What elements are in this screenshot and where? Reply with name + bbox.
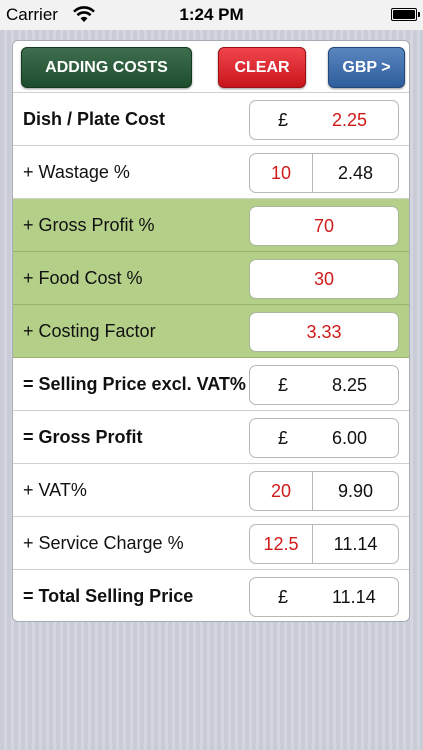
service-charge-field: 12.5 11.14 xyxy=(249,524,399,564)
currency-symbol: £ xyxy=(278,427,289,448)
currency-symbol: £ xyxy=(278,374,289,395)
row-service-charge: + Service Charge % 12.5 11.14 xyxy=(13,517,409,570)
gross-profit-label: = Gross Profit xyxy=(23,426,143,447)
food-cost-percent-input[interactable]: 30 xyxy=(249,259,399,299)
service-charge-label: + Service Charge % xyxy=(23,532,184,553)
row-vat: + VAT% 20 9.90 xyxy=(13,464,409,517)
wastage-result: 2.48 xyxy=(337,162,374,183)
service-charge-percent-input[interactable]: 12.5 xyxy=(250,525,313,563)
gross-profit-field: £ 6.00 xyxy=(249,418,399,458)
food-cost-percent-label: + Food Cost % xyxy=(23,267,143,288)
dish-cost-value: 2.25 xyxy=(332,109,368,130)
vat-field: 20 9.90 xyxy=(249,471,399,511)
clear-button[interactable]: CLEAR xyxy=(218,47,306,88)
total-selling-price-value: 11.14 xyxy=(332,586,376,607)
service-charge-result: 11.14 xyxy=(333,533,378,554)
row-food-cost-percent: + Food Cost % 30 xyxy=(13,252,409,305)
clock: 1:24 PM xyxy=(179,5,244,24)
row-wastage: + Wastage % 10 2.48 xyxy=(13,146,409,199)
costing-factor-label: + Costing Factor xyxy=(23,320,156,341)
gross-profit-percent-label: + Gross Profit % xyxy=(23,214,155,235)
vat-percent-input[interactable]: 20 xyxy=(250,472,313,510)
costing-factor-input[interactable]: 3.33 xyxy=(249,312,399,352)
wastage-label: + Wastage % xyxy=(23,161,130,182)
row-dish-cost: Dish / Plate Cost £ 2.25 xyxy=(13,93,409,146)
status-bar: Carrier 1:24 PM xyxy=(0,0,423,30)
dish-cost-label: Dish / Plate Cost xyxy=(23,108,166,129)
selling-price-excl-vat-label: = Selling Price excl. VAT% xyxy=(23,373,246,394)
row-selling-price-excl-vat: = Selling Price excl. VAT% £ 8.25 xyxy=(13,358,409,411)
row-gross-profit-percent: + Gross Profit % 70 xyxy=(13,199,409,252)
vat-label: + VAT% xyxy=(23,479,87,500)
vat-result: 9.90 xyxy=(337,480,374,501)
adding-costs-button[interactable]: ADDING COSTS xyxy=(21,47,192,88)
row-costing-factor: + Costing Factor 3.33 xyxy=(13,305,409,358)
gross-profit-value: 6.00 xyxy=(332,427,368,448)
currency-button[interactable]: GBP > xyxy=(328,47,405,88)
gross-profit-percent-input[interactable]: 70 xyxy=(249,206,399,246)
currency-symbol: £ xyxy=(278,586,289,607)
calculator-panel: ADDING COSTS CLEAR GBP > Dish / Plate Co… xyxy=(12,40,410,622)
toolbar: ADDING COSTS CLEAR GBP > xyxy=(13,41,409,93)
selling-price-excl-vat-value: 8.25 xyxy=(332,374,368,395)
total-selling-price-field: £ 11.14 xyxy=(249,577,399,617)
dish-cost-field[interactable]: £ 2.25 xyxy=(249,100,399,140)
battery-icon xyxy=(391,8,420,21)
wastage-percent-input[interactable]: 10 xyxy=(250,154,313,192)
total-selling-price-label: = Total Selling Price xyxy=(23,585,194,606)
row-gross-profit: = Gross Profit £ 6.00 xyxy=(13,411,409,464)
currency-symbol: £ xyxy=(278,109,289,130)
selling-price-excl-vat-field: £ 8.25 xyxy=(249,365,399,405)
wastage-field: 10 2.48 xyxy=(249,153,399,193)
row-total-selling-price: = Total Selling Price £ 11.14 xyxy=(13,570,409,621)
